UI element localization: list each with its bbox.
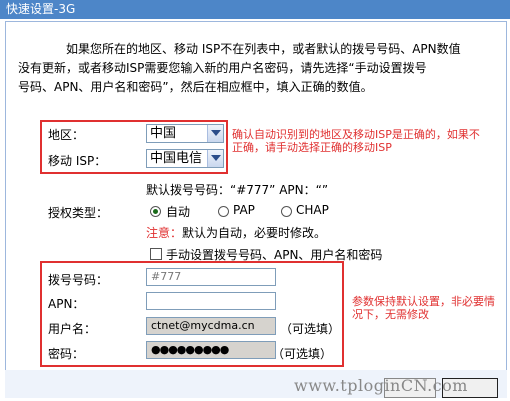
auth-chap-label: CHAP <box>296 203 329 217</box>
region-label: 地区： <box>48 128 85 142</box>
username-input[interactable]: ctnet@mycdma.cn <box>146 317 276 335</box>
region-value: 中国 <box>150 126 177 141</box>
password-input[interactable]: ●●●●●●●●● <box>146 341 276 359</box>
dial-label: 拨号号码： <box>48 273 109 287</box>
isp-value: 中国电信 <box>150 151 203 166</box>
region-select[interactable]: 中国 <box>146 124 224 143</box>
password-optional: （可选填） <box>272 347 333 361</box>
auth-pap-radio[interactable] <box>218 206 229 217</box>
auth-auto-radio[interactable] <box>150 206 161 217</box>
apn-label: APN： <box>48 297 85 311</box>
manual-setup-checkbox[interactable] <box>150 248 162 260</box>
isp-label: 移动 ISP： <box>48 154 107 168</box>
apn-input[interactable] <box>146 292 276 310</box>
auth-chap-radio[interactable] <box>281 206 292 217</box>
intro-line-1: 如果您所在的地区、移动 ISP不在列表中，或者默认的拨号号码、APN数值 <box>66 42 461 56</box>
password-label: 密码： <box>48 347 85 361</box>
keep-default-note-line-2: 况下，无需修改 <box>352 308 429 321</box>
default-dial-info: 默认拨号号码：“#777” APN：“” <box>146 183 329 197</box>
confirm-note: 确认自动识别到的地区及移动ISP是正确的，如果不 正确，请手动选择正确的移动IS… <box>232 128 507 154</box>
auth-type-label: 授权类型： <box>48 206 109 220</box>
intro-line-2: 没有更新，或者移动ISP需要您输入新的用户名密码，请先选择“手动设置拨号 <box>18 61 427 75</box>
auth-note: 注意：默认为自动，必要时修改。 <box>146 226 327 240</box>
chevron-down-icon[interactable] <box>207 125 223 142</box>
watermark: www.tploginCN.com <box>294 376 468 395</box>
intro-text: 如果您所在的地区、移动 ISP不在列表中，或者默认的拨号号码、APN数值 没有更… <box>18 40 488 97</box>
auth-pap-label: PAP <box>233 203 255 217</box>
username-label: 用户名： <box>48 322 97 336</box>
dial-number-input[interactable]: #777 <box>146 268 276 286</box>
keep-default-note-line-1: 参数保持默认设置，非必要情 <box>352 295 495 308</box>
isp-select[interactable]: 中国电信 <box>146 149 224 168</box>
window-title: 快速设置-3G <box>0 0 510 19</box>
chevron-down-icon[interactable] <box>207 150 223 167</box>
confirm-note-line-1: 确认自动识别到的地区及移动ISP是正确的，如果不 <box>232 128 480 141</box>
auth-auto-label: 自动 <box>166 205 191 219</box>
confirm-note-line-2: 正确，请手动选择正确的移动ISP <box>232 141 392 154</box>
keep-default-note: 参数保持默认设置，非必要情 况下，无需修改 <box>352 295 507 321</box>
intro-line-3: 号码、APN、用户名和密码”，然后在相应框中，填入正确的数值。 <box>18 80 373 94</box>
username-optional: （可选填） <box>280 322 341 336</box>
